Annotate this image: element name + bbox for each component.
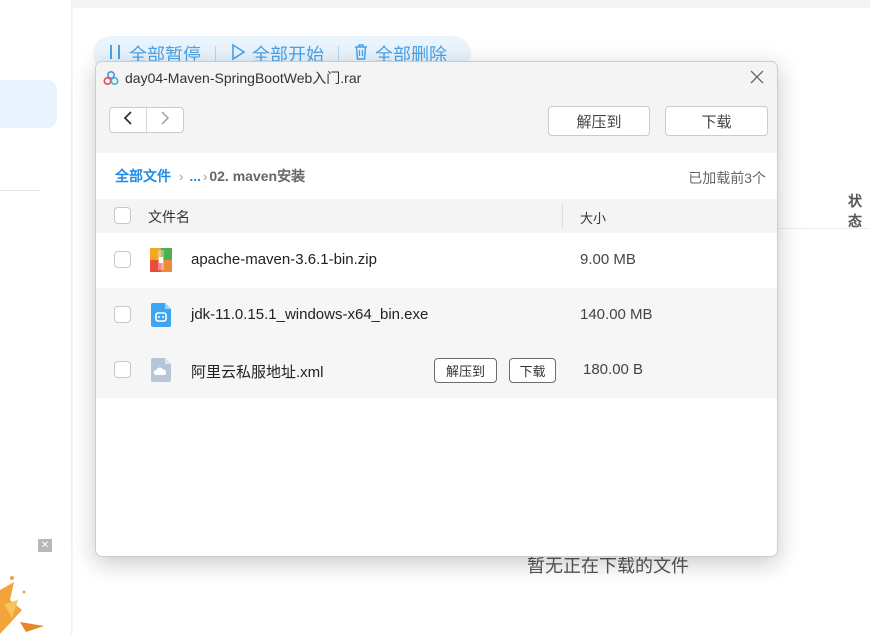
column-header-size[interactable]: 大小 [580, 208, 606, 227]
select-all-checkbox[interactable] [114, 207, 131, 224]
back-button[interactable] [110, 108, 146, 132]
row-checkbox[interactable] [114, 251, 131, 268]
breadcrumb-current: 02. maven安装 [209, 168, 306, 184]
chevron-right-icon [159, 110, 171, 131]
xml-file-icon [150, 358, 172, 382]
toolbar-separator [338, 46, 339, 62]
row-extract-button[interactable]: 解压到 [434, 358, 497, 383]
breadcrumb-root[interactable]: 全部文件 [115, 166, 171, 186]
nav-button-group [109, 107, 184, 133]
chevron-left-icon [122, 110, 134, 131]
header-divider [778, 228, 870, 229]
download-button[interactable]: 下载 [665, 106, 768, 136]
column-header-name[interactable]: 文件名 [148, 207, 190, 227]
zip-archive-icon [150, 248, 172, 272]
status-column-header: 状态 [848, 193, 862, 229]
table-row[interactable]: 阿里云私服地址.xml 解压到 下载 180.00 B [96, 343, 777, 398]
sidebar [0, 0, 72, 634]
row-download-button[interactable]: 下载 [509, 358, 556, 383]
file-table-header: 文件名 大小 [96, 199, 777, 233]
loaded-count-text: 已加载前3个 [688, 170, 766, 186]
forward-button[interactable] [146, 108, 183, 132]
file-name: jdk-11.0.15.1_windows-x64_bin.exe [191, 306, 429, 323]
chevron-right-icon: › [179, 168, 184, 184]
exe-file-icon [150, 303, 172, 327]
top-strip [73, 0, 870, 8]
file-size: 180.00 B [583, 361, 644, 378]
sidebar-divider [0, 190, 40, 191]
toolbar-separator [215, 46, 216, 62]
row-checkbox[interactable] [114, 361, 131, 378]
dialog-titlebar: day04-Maven-SpringBootWeb入门.rar [96, 62, 777, 93]
dialog-title: day04-Maven-SpringBootWeb入门.rar [125, 69, 362, 86]
chevron-right-icon: › [203, 168, 208, 184]
breadcrumb-ellipsis[interactable]: ... [189, 168, 201, 184]
row-checkbox[interactable] [114, 306, 131, 323]
column-divider[interactable] [562, 203, 563, 229]
dialog-toolbar: 解压到 下载 [96, 93, 777, 153]
archive-preview-dialog: day04-Maven-SpringBootWeb入门.rar 解压到 下载 全… [95, 61, 778, 557]
breadcrumb: 全部文件 › ... › 02. maven安装 已加载前3个 [96, 153, 777, 199]
sidebar-selected-item[interactable] [0, 80, 57, 128]
ad-close-button[interactable]: ✕ [38, 539, 52, 552]
file-name: apache-maven-3.6.1-bin.zip [191, 251, 377, 268]
file-size: 9.00 MB [580, 251, 636, 268]
table-row[interactable]: apache-maven-3.6.1-bin.zip 9.00 MB [96, 233, 777, 288]
table-row[interactable]: jdk-11.0.15.1_windows-x64_bin.exe 140.00… [96, 288, 777, 343]
app-logo-icon [103, 70, 119, 86]
extract-to-button[interactable]: 解压到 [548, 106, 650, 136]
close-icon[interactable] [749, 69, 765, 85]
file-size: 140.00 MB [580, 306, 653, 323]
ad-decoration [0, 570, 48, 634]
file-name: 阿里云私服地址.xml [191, 364, 324, 381]
